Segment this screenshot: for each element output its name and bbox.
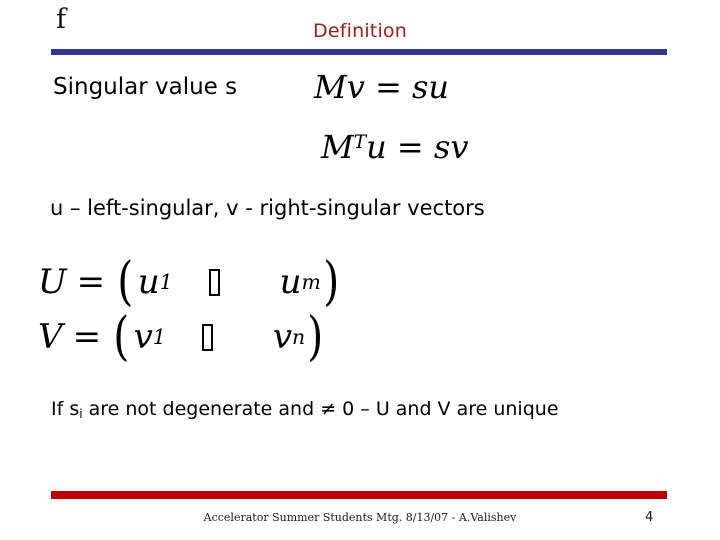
eq2-operator: = (396, 128, 424, 166)
equation-v-matrix: V = ( v1 vn ) (38, 306, 326, 368)
uniqueness-prefix: If s (51, 398, 80, 420)
eq4-close-paren: ) (307, 306, 324, 368)
equation-u-matrix: U = ( u1 um ) (38, 251, 341, 313)
eq3-first-symbol: u (137, 262, 160, 302)
uniqueness-rest: are not degenerate and ≠ 0 – U and V are… (82, 398, 559, 420)
eq3-name: U (38, 262, 67, 302)
page-title: Definition (312, 20, 407, 42)
text-left-right-singular-vectors: u – left-singular, v - right-singular ve… (50, 196, 485, 220)
title-divider (51, 49, 667, 55)
eq2-lhs-matrix: M (321, 128, 354, 166)
eq1-operator: = (375, 68, 402, 106)
slide-canvas: f Definition Singular value s Mv = su MT… (0, 0, 720, 540)
eq2-transpose-superscript: T (353, 131, 367, 153)
eq2-rhs-scalar: s (433, 128, 451, 166)
eq4-first-symbol: v (133, 317, 153, 357)
equation-mt-u-equals-sv: MTu = sv (321, 128, 468, 166)
eq4-last-symbol: v (272, 317, 293, 357)
text-singular-value: Singular value s (53, 74, 238, 100)
eq3-last-symbol: u (279, 262, 302, 302)
eq1-lhs-vector: v (346, 68, 365, 106)
missing-glyph-icon (201, 323, 213, 351)
eq4-operator: = (72, 317, 102, 357)
eq3-open-paren: ( (117, 251, 134, 313)
eq4-name: V (38, 317, 63, 357)
eq1-lhs-matrix: M (314, 68, 347, 106)
eq3-close-paren: ) (323, 251, 340, 313)
eq1-rhs-scalar: s (412, 68, 429, 106)
eq3-last-subscript: m (301, 270, 321, 294)
eq2-lhs-vector: u (366, 128, 387, 166)
page-number: 4 (645, 510, 654, 525)
eq1-rhs-vector: u (428, 68, 450, 106)
footer-text: Accelerator Summer Students Mtg. 8/13/07… (203, 511, 517, 524)
eq2-rhs-vector: v (450, 128, 469, 166)
missing-glyph-icon (208, 268, 220, 296)
footer-divider (51, 491, 667, 499)
text-uniqueness-condition: If si are not degenerate and ≠ 0 – U and… (51, 398, 559, 421)
eq4-last-subscript: n (292, 325, 306, 349)
eq3-first-subscript: 1 (159, 270, 173, 294)
eq3-operator: = (76, 262, 106, 302)
equation-mv-equals-su: Mv = su (314, 68, 449, 106)
eq4-first-subscript: 1 (152, 325, 166, 349)
eq4-open-paren: ( (113, 306, 130, 368)
